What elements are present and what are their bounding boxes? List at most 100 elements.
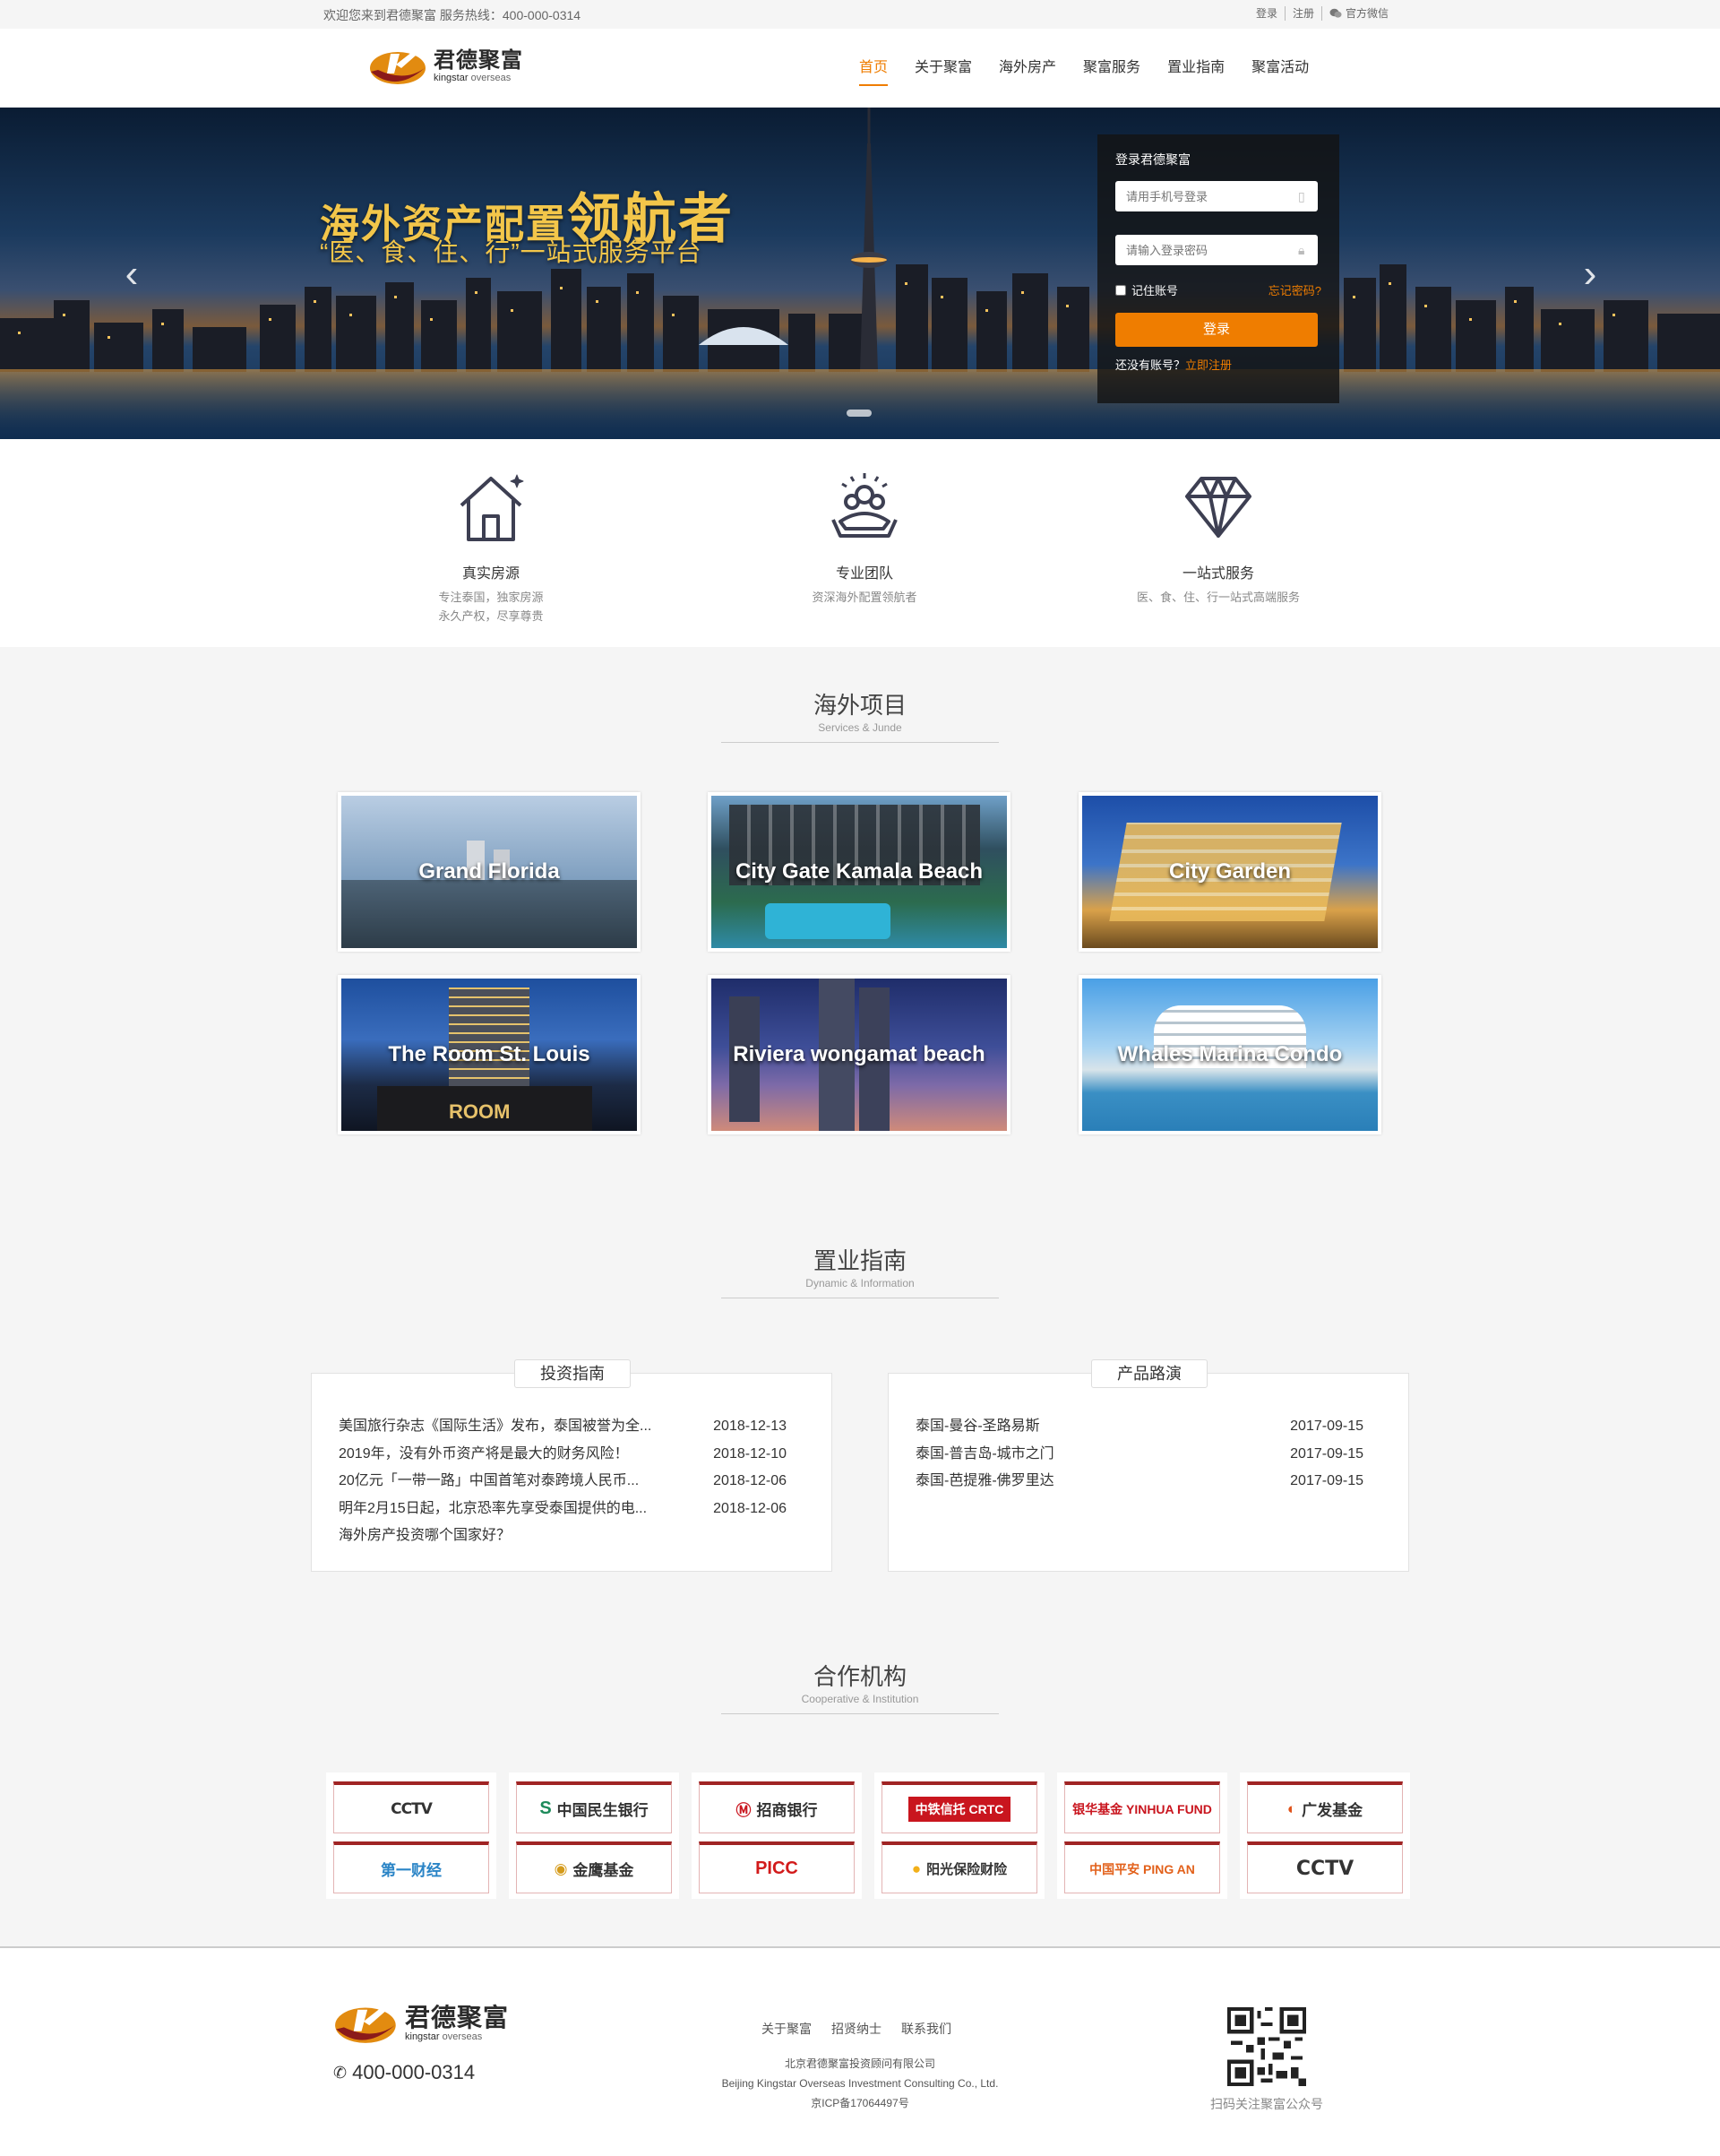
gf-icon: ◐ bbox=[1286, 1799, 1297, 1817]
team-icon bbox=[831, 473, 898, 538]
lock-icon: 🔒︎ bbox=[1298, 243, 1305, 257]
welcome-text: 欢迎您来到君德聚富 服务热线：400-000-0314 bbox=[323, 8, 581, 22]
footer-logo[interactable]: 君德聚富 kingstar overseas bbox=[333, 2002, 509, 2045]
partner-logo[interactable]: 第一财经 bbox=[333, 1841, 489, 1893]
nav-about[interactable]: 关于聚富 bbox=[901, 29, 985, 108]
wechat-link[interactable]: 官方微信 bbox=[1329, 5, 1389, 21]
footer-phone: ✆ 400-000-0314 bbox=[333, 2061, 475, 2084]
roadshow-list: 泰国-曼谷-圣路易斯 2017-09-15 泰国-普吉岛-城市之门 2017-09-… bbox=[916, 1413, 1363, 1496]
banner-pagination-dot[interactable] bbox=[847, 410, 872, 417]
project-name: Grand Florida bbox=[418, 859, 560, 884]
forgot-password-link[interactable]: 忘记密码? bbox=[1268, 281, 1321, 298]
feature-professional-team: 专业团队 资深海外配置领航者 bbox=[730, 466, 999, 607]
header: 君德聚富 kingstar overseas 首页 关于聚富 海外房产 聚富服务… bbox=[0, 29, 1720, 108]
invest-guide-list: 美国旅行杂志《国际生活》发布，泰国被誉为全... 2018-12-13 2019年… bbox=[339, 1413, 787, 1550]
partner-logo[interactable]: ◉ 金鹰基金 bbox=[516, 1841, 672, 1893]
project-card[interactable]: ROOM The Room St. Louis bbox=[338, 975, 641, 1134]
invest-guide-tab[interactable]: 投资指南 bbox=[514, 1359, 631, 1388]
partner-logo[interactable]: ◐ 广发基金 bbox=[1247, 1781, 1403, 1833]
eagle-icon: ◉ bbox=[554, 1859, 568, 1877]
logo-name: 君德聚富 bbox=[434, 48, 523, 73]
project-name: City Garden bbox=[1168, 859, 1292, 884]
list-item[interactable]: 2019年，没有外币资产将是最大的财务风险！ 2018-12-10 bbox=[339, 1441, 787, 1469]
section-subtitle: Services & Junde bbox=[818, 721, 902, 734]
minsheng-icon: S bbox=[539, 1798, 552, 1818]
logo-name: 君德聚富 bbox=[405, 2004, 510, 2031]
top-login-link[interactable]: 登录 bbox=[1256, 5, 1277, 21]
feature-one-stop-service: 一站式服务 医、食、住、行一站式高端服务 bbox=[1084, 466, 1353, 607]
password-input[interactable] bbox=[1115, 235, 1318, 265]
password-field-wrap: 🔒︎ bbox=[1115, 235, 1318, 265]
divider bbox=[1284, 5, 1286, 21]
icp-number[interactable]: 京ICP备17064497号 bbox=[690, 2093, 1030, 2113]
feature-title: 一站式服务 bbox=[1182, 566, 1254, 582]
project-card[interactable]: Riviera wongamat beach bbox=[708, 975, 1010, 1134]
partner-logo[interactable]: 中铁信托 CRTC bbox=[882, 1781, 1037, 1833]
company-name-en: Beijing Kingstar Overseas Investment Con… bbox=[721, 2077, 999, 2090]
footer-link-about[interactable]: 关于聚富 bbox=[761, 2020, 812, 2038]
site-logo[interactable]: 君德聚富 kingstar overseas bbox=[369, 47, 523, 86]
section-subtitle: Dynamic & Information bbox=[805, 1277, 915, 1289]
section-divider bbox=[721, 742, 999, 743]
partner-logo[interactable]: PICC bbox=[699, 1841, 855, 1893]
company-name-cn: 北京君德聚富投资顾问有限公司 bbox=[784, 2057, 935, 2070]
remember-checkbox[interactable] bbox=[1115, 284, 1126, 296]
partner-column: ◐ 广发基金 CCTV bbox=[1240, 1772, 1410, 1899]
list-item[interactable]: 20亿元「一带一路」中国首笔对泰跨境人民币... 2018-12-06 bbox=[339, 1468, 787, 1496]
nav-overseas-property[interactable]: 海外房产 bbox=[985, 29, 1070, 108]
projects-heading: 海外项目 Services & Junde bbox=[721, 690, 999, 743]
nav-services[interactable]: 聚富服务 bbox=[1070, 29, 1154, 108]
register-prompt: 还没有账号？立即注册 bbox=[1115, 356, 1321, 373]
project-card[interactable]: Grand Florida bbox=[338, 792, 641, 952]
register-now-link[interactable]: 立即注册 bbox=[1185, 358, 1232, 372]
no-account-text: 还没有账号？ bbox=[1115, 358, 1186, 372]
section-title: 海外项目 bbox=[813, 692, 907, 719]
project-card[interactable]: City Gate Kamala Beach bbox=[708, 792, 1010, 952]
list-item[interactable]: 泰国-芭提雅-佛罗里达 2017-09-15 bbox=[916, 1468, 1363, 1496]
feature-real-listings: 真实房源 专注泰国，独家房源 永久产权，尽享尊贵 bbox=[357, 466, 625, 625]
partner-column: Ⓜ 招商银行 PICC bbox=[692, 1772, 862, 1899]
roadshow-tab[interactable]: 产品路演 bbox=[1091, 1359, 1208, 1388]
logo-subtitle: kingstar overseas bbox=[434, 73, 512, 83]
banner-subslogan: “医、食、住、行”一站式服务平台 bbox=[320, 238, 702, 266]
footer-link-careers[interactable]: 招贤纳士 bbox=[831, 2020, 882, 2038]
feature-desc: 医、食、住、行一站式高端服务 bbox=[1136, 591, 1300, 604]
section-title: 置业指南 bbox=[813, 1247, 907, 1274]
nav-home[interactable]: 首页 bbox=[846, 29, 901, 108]
partner-logo[interactable]: CCTV bbox=[333, 1781, 489, 1833]
list-item[interactable]: 美国旅行杂志《国际生活》发布，泰国被誉为全... 2018-12-13 bbox=[339, 1413, 787, 1441]
banner-next-arrow-icon[interactable]: › bbox=[1577, 254, 1604, 294]
banner-prev-arrow-icon[interactable]: ‹ bbox=[118, 254, 145, 294]
phone-icon: ▯ bbox=[1298, 189, 1305, 203]
project-name: City Gate Kamala Beach bbox=[735, 859, 984, 884]
partner-logo[interactable]: 中国平安 PING AN bbox=[1064, 1841, 1220, 1893]
wechat-label: 官方微信 bbox=[1345, 7, 1389, 20]
feature-desc: 永久产权，尽享尊贵 bbox=[438, 609, 544, 623]
remember-account[interactable]: 记住账号 bbox=[1115, 281, 1178, 298]
project-card[interactable]: Whales Marina Condo bbox=[1079, 975, 1381, 1134]
phone-input[interactable] bbox=[1115, 181, 1318, 211]
partner-logo[interactable]: CCTV bbox=[1247, 1841, 1403, 1893]
partner-logo[interactable]: ● 阳光保险财险 bbox=[882, 1841, 1037, 1893]
diamond-icon bbox=[1185, 477, 1251, 538]
list-item[interactable]: 泰国-曼谷-圣路易斯 2017-09-15 bbox=[916, 1413, 1363, 1441]
footer-link-contact[interactable]: 联系我们 bbox=[901, 2020, 951, 2038]
partner-logo[interactable]: 银华基金 YINHUA FUND bbox=[1064, 1781, 1220, 1833]
partners-heading: 合作机构 Cooperative & Institution bbox=[721, 1661, 999, 1714]
partner-column: S 中国民生银行 ◉ 金鹰基金 bbox=[509, 1772, 679, 1899]
phone-field-wrap: ▯ bbox=[1115, 181, 1318, 211]
list-item[interactable]: 明年2月15日起，北京恐率先享受泰国提供的电... 2018-12-06 bbox=[339, 1496, 787, 1523]
partner-logo[interactable]: S 中国民生银行 bbox=[516, 1781, 672, 1833]
login-button[interactable]: 登录 bbox=[1115, 313, 1318, 347]
list-item[interactable]: 泰国-普吉岛-城市之门 2017-09-15 bbox=[916, 1441, 1363, 1469]
project-image: City Gate Kamala Beach bbox=[711, 796, 1007, 948]
partner-logo[interactable]: Ⓜ 招商银行 bbox=[699, 1781, 855, 1833]
top-register-link[interactable]: 注册 bbox=[1293, 5, 1314, 21]
project-image: Grand Florida bbox=[341, 796, 637, 948]
remember-label: 记住账号 bbox=[1131, 284, 1179, 298]
list-item[interactable]: 海外房产投资哪个国家好？ bbox=[339, 1522, 787, 1550]
nav-events[interactable]: 聚富活动 bbox=[1238, 29, 1322, 108]
nav-guide[interactable]: 置业指南 bbox=[1154, 29, 1238, 108]
project-card[interactable]: City Garden bbox=[1079, 792, 1381, 952]
section-title: 合作机构 bbox=[813, 1663, 907, 1690]
